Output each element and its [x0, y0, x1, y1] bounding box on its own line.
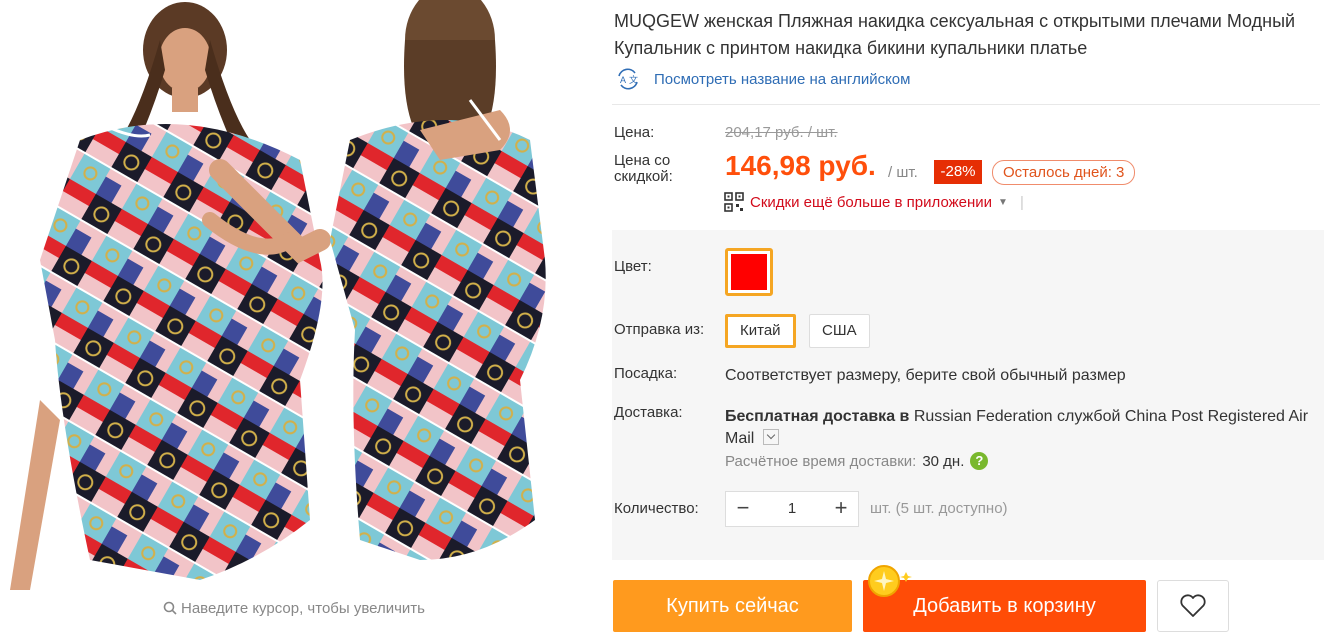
translate-icon: A 文 — [618, 68, 638, 90]
magnifier-icon — [163, 601, 177, 615]
quantity-increase-button[interactable]: + — [824, 492, 858, 526]
fit-value: Соответствует размеру, берите свой обычн… — [725, 367, 1126, 384]
zoom-hint: Наведите курсор, чтобы увеличить — [0, 600, 588, 617]
eta-days: 30 дн. — [922, 452, 965, 470]
stock-available: шт. (5 шт. доступно) — [870, 500, 1008, 517]
eta-label: Расчётное время доставки: — [725, 452, 917, 470]
discount-price-label: Цена со скидкой: — [614, 152, 673, 185]
svg-text:A: A — [620, 75, 626, 85]
color-swatch-fill — [731, 254, 767, 290]
product-title: MUQGEW женская Пляжная накидка сексуальн… — [614, 11, 1296, 58]
quantity-decrease-button[interactable]: − — [726, 492, 760, 526]
divider — [612, 104, 1320, 105]
quantity-input[interactable]: 1 — [760, 492, 824, 526]
quantity-label: Количество: — [614, 500, 699, 517]
product-gallery: Наведите курсор, чтобы увеличить — [0, 0, 588, 644]
ship-from-china-button[interactable]: Китай — [725, 314, 796, 348]
price-label: Цена: — [614, 124, 655, 141]
help-icon[interactable]: ? — [970, 452, 989, 470]
translate-link-text: Посмотреть название на английском — [654, 70, 911, 88]
translate-title-link[interactable]: A 文 Посмотреть название на английском — [614, 68, 910, 90]
color-label: Цвет: — [614, 258, 652, 275]
product-photo-illustration — [10, 0, 546, 590]
qr-code-icon — [724, 192, 744, 212]
product-info: MUQGEW женская Пляжная накидка сексуальн… — [612, 0, 1324, 644]
svg-text:文: 文 — [629, 74, 638, 85]
days-left-badge: Осталось дней: 3 — [992, 160, 1136, 185]
separator: | — [1019, 193, 1024, 211]
app-discount-promo[interactable]: Скидки ещё больше в приложении ▼ | — [724, 192, 1024, 212]
old-price: 204,17 руб. / шт. — [725, 124, 838, 141]
product-main-image[interactable] — [0, 0, 588, 594]
current-price: 146,98 руб. — [725, 150, 876, 181]
ship-from-usa-button[interactable]: США — [809, 314, 870, 348]
fit-label: Посадка: — [614, 365, 678, 382]
discount-badge: -28% — [934, 160, 982, 184]
ship-from-label: Отправка из: — [614, 321, 705, 338]
zoom-hint-text: Наведите курсор, чтобы увеличить — [181, 600, 425, 617]
app-promo-text: Скидки ещё больше в приложении — [750, 193, 993, 211]
quantity-stepper: − 1 + — [725, 491, 859, 527]
heart-icon — [1180, 594, 1206, 617]
dropdown-caret-icon: ▼ — [998, 196, 1008, 208]
price-unit: / шт. — [888, 164, 918, 181]
color-swatch-red[interactable] — [725, 248, 773, 296]
wishlist-button[interactable] — [1157, 580, 1229, 632]
delivery-eta: Расчётное время доставки: 30 дн. ? — [725, 452, 989, 470]
delivery-free-text: Бесплатная доставка в — [725, 408, 910, 425]
buy-now-button[interactable]: Купить сейчас — [613, 580, 852, 632]
delivery-options-chevron-icon[interactable] — [762, 429, 779, 445]
delivery-info: Бесплатная доставка в Russian Federation… — [725, 406, 1324, 450]
coin-sparkle-icon — [868, 565, 912, 597]
delivery-label: Доставка: — [614, 404, 683, 421]
